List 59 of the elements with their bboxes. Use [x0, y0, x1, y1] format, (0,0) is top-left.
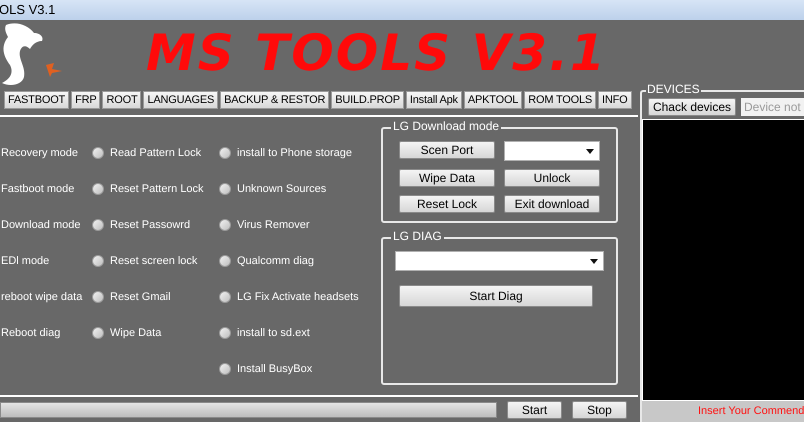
- radio-label: Reset Passowrd: [110, 218, 190, 233]
- radio-label: Virus Remover: [237, 218, 310, 233]
- radio-label: Install BusyBox: [237, 362, 312, 377]
- tab[interactable]: FASTBOOT: [4, 91, 70, 109]
- tab[interactable]: BACKUP & RESTOR: [220, 91, 330, 109]
- radio-button[interactable]: [219, 183, 231, 195]
- command-hint: Insert Your Commend: [698, 404, 804, 420]
- radio-button[interactable]: [219, 219, 231, 231]
- radio-button[interactable]: [92, 291, 104, 303]
- caret-icon: [586, 148, 594, 154]
- group-title: LG Download mode: [391, 120, 502, 132]
- control-button[interactable]: Start: [507, 401, 562, 419]
- radio-button[interactable]: [92, 183, 104, 195]
- tab[interactable]: LANGUAGES: [143, 91, 218, 109]
- action-button[interactable]: Exit download: [504, 195, 600, 213]
- radio-button[interactable]: [219, 147, 231, 159]
- radio-button[interactable]: [219, 363, 231, 375]
- radio-button[interactable]: [92, 255, 104, 267]
- check-devices-button[interactable]: Chack devices: [648, 98, 736, 116]
- device-field[interactable]: Device not: [741, 98, 804, 116]
- radio-label: Unknown Sources: [237, 182, 326, 197]
- tab[interactable]: ROOT: [102, 91, 142, 109]
- radio-label: Reset screen lock: [110, 254, 198, 269]
- radio-label: install to sd.ext: [237, 326, 310, 341]
- radio-button[interactable]: [92, 219, 104, 231]
- mode-label: Reboot diag: [1, 326, 60, 341]
- radio-button[interactable]: [219, 255, 231, 267]
- action-button[interactable]: Wipe Data: [399, 169, 495, 187]
- mode-label: Download mode: [1, 218, 80, 233]
- mode-label: Recovery mode: [1, 146, 78, 161]
- radio-label: install to Phone storage: [237, 146, 352, 161]
- tab[interactable]: BUILD.PROP: [331, 91, 404, 109]
- radio-button[interactable]: [92, 327, 104, 339]
- radio-label: Wipe Data: [110, 326, 162, 341]
- radio-button[interactable]: [92, 147, 104, 159]
- radio-label: LG Fix Activate headsets: [237, 290, 359, 305]
- action-button[interactable]: Unlock: [504, 169, 600, 187]
- radio-button[interactable]: [219, 327, 231, 339]
- tab[interactable]: INFO: [598, 91, 632, 109]
- radio-label: Reset Pattern Lock: [110, 182, 204, 197]
- radio-button[interactable]: [219, 291, 231, 303]
- caret-icon: [590, 258, 598, 264]
- radio-label: Read Pattern Lock: [110, 146, 202, 161]
- mode-label: Fastboot mode: [1, 182, 74, 197]
- control-button[interactable]: Stop: [572, 401, 627, 419]
- tab[interactable]: FRP: [71, 91, 100, 109]
- mode-label: reboot wipe data: [1, 290, 82, 305]
- tab[interactable]: Install Apk: [406, 91, 462, 109]
- action-button[interactable]: Reset Lock: [399, 195, 495, 213]
- start-diag-button[interactable]: Start Diag: [399, 285, 593, 307]
- radio-label: Qualcomm diag: [237, 254, 314, 269]
- group-title: LG DIAG: [391, 230, 444, 242]
- group-title: DEVICES: [646, 83, 701, 95]
- tab[interactable]: ROM TOOLS: [524, 91, 596, 109]
- mode-label: EDl mode: [1, 254, 50, 269]
- scan-port-button[interactable]: Scen Port: [399, 141, 495, 159]
- radio-label: Reset Gmail: [110, 290, 171, 305]
- tab[interactable]: APKTOOL: [464, 91, 522, 109]
- app-logo-title: MS TOOLS V3.1: [146, 28, 607, 78]
